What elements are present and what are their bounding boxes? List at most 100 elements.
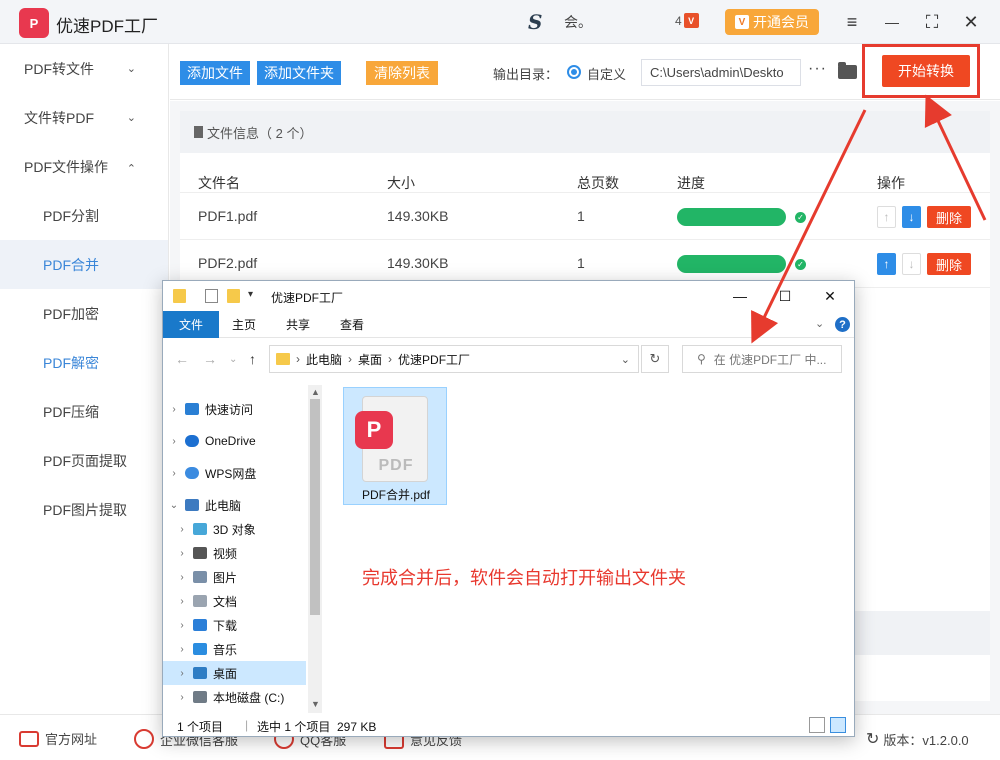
ribbon-tab-share[interactable]: 共享: [277, 311, 319, 338]
tree-item-music[interactable]: › 音乐: [163, 637, 306, 661]
pdf-file-icon: P PDF: [355, 396, 428, 482]
tree-item-local-disk[interactable]: › 本地磁盘 (C:): [163, 685, 306, 709]
check-icon: ✓: [795, 212, 806, 223]
tree-item-wps-drive[interactable]: › WPS网盘: [163, 461, 306, 485]
tree-label: 桌面: [213, 666, 238, 681]
drive-icon: [193, 691, 207, 703]
sidebar-item-pdf-page-extract[interactable]: PDF页面提取: [0, 436, 168, 485]
user-name[interactable]: 会。: [564, 12, 592, 32]
sidebar-item-pdf-split[interactable]: PDF分割: [0, 191, 168, 240]
sidebar-item-pdf-image-extract[interactable]: PDF图片提取: [0, 485, 168, 534]
tree-item-documents[interactable]: › 文档: [163, 589, 306, 613]
tree-item-downloads[interactable]: › 下载: [163, 613, 306, 637]
forward-icon[interactable]: →: [203, 351, 217, 367]
tree-label: 快速访问: [205, 402, 254, 417]
more-icon[interactable]: ···: [808, 60, 827, 78]
sidebar-item-pdf-to-file[interactable]: PDF转文件 ⌄: [0, 44, 168, 93]
close-icon[interactable]: ✕: [815, 285, 845, 307]
up-icon[interactable]: ↑: [249, 351, 256, 367]
address-bar[interactable]: › 此电脑 › 桌面 › 优速PDF工厂 ⌄: [269, 345, 639, 373]
add-file-button[interactable]: 添加文件: [180, 61, 250, 85]
scroll-down-icon[interactable]: ▼: [311, 699, 320, 709]
add-folder-button[interactable]: 添加文件夹: [257, 61, 341, 85]
customize-qa-icon[interactable]: ▾: [248, 289, 253, 300]
sidebar-item-pdf-merge[interactable]: PDF合并: [0, 240, 168, 289]
chevron-right-icon: ›: [172, 467, 176, 479]
minimize-icon[interactable]: —: [880, 10, 904, 34]
search-input[interactable]: ⚲ 在 优速PDF工厂 中...: [682, 345, 842, 373]
sidebar-item-pdf-compress[interactable]: PDF压缩: [0, 387, 168, 436]
chevron-right-icon: ›: [180, 643, 184, 655]
move-up-icon[interactable]: ↑: [877, 206, 896, 228]
file-item[interactable]: P PDF PDF合并.pdf: [343, 387, 447, 505]
maximize-icon[interactable]: ⛶: [920, 10, 944, 34]
download-icon: [193, 619, 207, 631]
chevron-right-icon: ›: [180, 667, 184, 679]
tree-item-onedrive[interactable]: › OneDrive: [163, 429, 306, 453]
ribbon-tab-home[interactable]: 主页: [223, 311, 265, 338]
start-convert-button[interactable]: 开始转换: [882, 55, 970, 87]
output-path-field[interactable]: C:\Users\admin\Deskto: [641, 59, 801, 86]
chevron-right-icon: ›: [180, 619, 184, 631]
expand-ribbon-icon[interactable]: ⌄: [815, 317, 824, 330]
clear-list-button[interactable]: 清除列表: [366, 61, 438, 85]
table-row[interactable]: PDF1.pdf 149.30KB 1 ✓ ↑ ↓ 删除: [180, 192, 990, 240]
tree-item-videos[interactable]: › 视频: [163, 541, 306, 565]
tree-item-desktop[interactable]: › 桌面: [163, 661, 306, 685]
status-selected: 选中 1 个项目 297 KB: [257, 720, 377, 734]
minimize-icon[interactable]: —: [725, 285, 755, 307]
menu-icon[interactable]: ≡: [840, 10, 864, 34]
refresh-icon: ↻: [866, 731, 880, 748]
close-icon[interactable]: ✕: [959, 10, 983, 34]
tree-item-this-pc[interactable]: ⌄ 此电脑: [163, 493, 306, 517]
refresh-button[interactable]: ↻: [641, 345, 669, 373]
back-icon[interactable]: ←: [175, 351, 189, 367]
delete-button[interactable]: 删除: [927, 253, 971, 275]
chevron-right-icon: ›: [180, 595, 184, 607]
tree-item-quick-access[interactable]: › 快速访问: [163, 397, 306, 421]
breadcrumb-desktop[interactable]: 桌面: [358, 351, 382, 368]
address-dropdown-icon[interactable]: ⌄: [621, 353, 630, 366]
recent-locations-icon[interactable]: ⌄: [229, 354, 237, 365]
tree-item-pictures[interactable]: › 图片: [163, 565, 306, 589]
large-icons-view-icon[interactable]: [830, 717, 846, 733]
move-up-icon[interactable]: ↑: [877, 253, 896, 275]
open-folder-icon[interactable]: [838, 62, 857, 79]
open-vip-button[interactable]: V 开通会员: [725, 9, 819, 35]
ribbon-tab-view[interactable]: 查看: [331, 311, 373, 338]
pdf-doc-label: PDF: [378, 457, 414, 474]
scroll-up-icon[interactable]: ▲: [311, 387, 320, 397]
user-area[interactable]: S 会。: [528, 10, 592, 34]
breadcrumb-this-pc[interactable]: 此电脑: [306, 351, 342, 368]
column-header-name: 文件名: [198, 175, 240, 191]
sidebar-item-pdf-encrypt[interactable]: PDF加密: [0, 289, 168, 338]
official-site-link[interactable]: 官方网址: [19, 729, 97, 748]
properties-icon[interactable]: [205, 289, 218, 303]
tree-label: 文档: [213, 594, 238, 609]
column-header-actions: 操作: [877, 175, 905, 191]
help-icon[interactable]: ?: [835, 317, 850, 332]
toolbar: 添加文件 添加文件夹 清除列表 输出目录： 自定义 C:\Users\admin…: [170, 44, 1000, 100]
ribbon-tab-file[interactable]: 文件: [163, 311, 219, 338]
maximize-icon[interactable]: ☐: [770, 285, 800, 307]
new-folder-icon[interactable]: [227, 289, 240, 303]
delete-button[interactable]: 删除: [927, 206, 971, 228]
move-down-icon[interactable]: ↓: [902, 206, 921, 228]
custom-dir-radio[interactable]: [567, 65, 581, 79]
move-down-icon[interactable]: ↓: [902, 253, 921, 275]
sidebar-item-pdf-decrypt[interactable]: PDF解密: [0, 338, 168, 387]
tree-scrollbar[interactable]: ▲ ▼: [308, 385, 322, 713]
custom-dir-label[interactable]: 自定义: [587, 64, 626, 83]
page-count-cell: 1: [577, 208, 585, 224]
scroll-thumb[interactable]: [310, 399, 320, 615]
details-view-icon[interactable]: [809, 717, 825, 733]
breadcrumb-folder[interactable]: 优速PDF工厂: [398, 351, 470, 368]
sidebar-item-pdf-operations[interactable]: PDF文件操作 ⌃: [0, 142, 168, 191]
tree-item-3d-objects[interactable]: › 3D 对象: [163, 517, 306, 541]
sidebar-item-file-to-pdf[interactable]: 文件转PDF ⌄: [0, 93, 168, 142]
search-icon: ⚲: [697, 352, 706, 366]
breadcrumb-separator-icon: ›: [388, 352, 393, 366]
chevron-right-icon: ›: [180, 571, 184, 583]
user-avatar-icon[interactable]: S: [528, 10, 558, 34]
pdf-badge-icon: P: [355, 411, 393, 449]
